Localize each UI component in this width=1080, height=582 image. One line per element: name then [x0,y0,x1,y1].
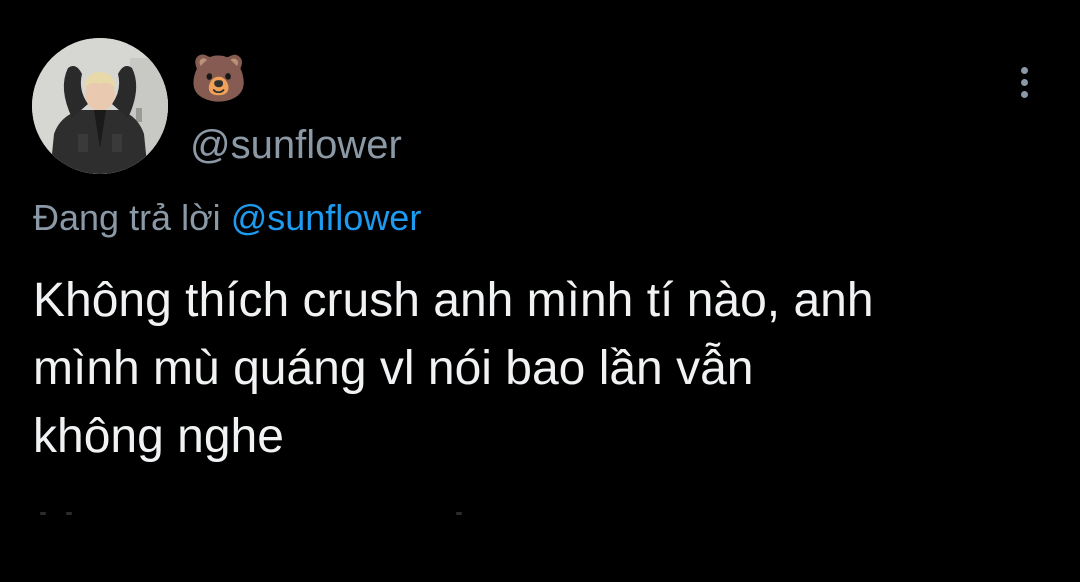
tweet: 🐻 @sunflower Đang trả lời @sunflower Khô… [0,0,1080,582]
tweet-text-line: không nghe [33,410,284,463]
replying-to: Đang trả lời @sunflower [33,195,421,241]
display-name[interactable]: 🐻 [190,50,247,106]
replying-to-label: Đang trả lời [33,197,221,238]
faint-mark [66,512,72,515]
tweet-text-line: mình mù quáng vl nói bao lần vẫn [33,342,754,395]
faint-mark [456,512,462,515]
avatar-photo [32,38,168,174]
more-options-button[interactable] [1006,62,1042,102]
avatar[interactable] [32,38,168,174]
user-handle[interactable]: @sunflower [190,121,402,169]
replying-to-mention[interactable]: @sunflower [231,197,422,238]
action-bar [36,512,476,516]
tweet-text: Không thích crush anh mình tí nào, anh m… [33,267,1033,471]
more-vertical-icon [1020,66,1028,74]
faint-mark [40,512,46,515]
tweet-text-line: Không thích crush anh mình tí nào, anh [33,274,874,327]
